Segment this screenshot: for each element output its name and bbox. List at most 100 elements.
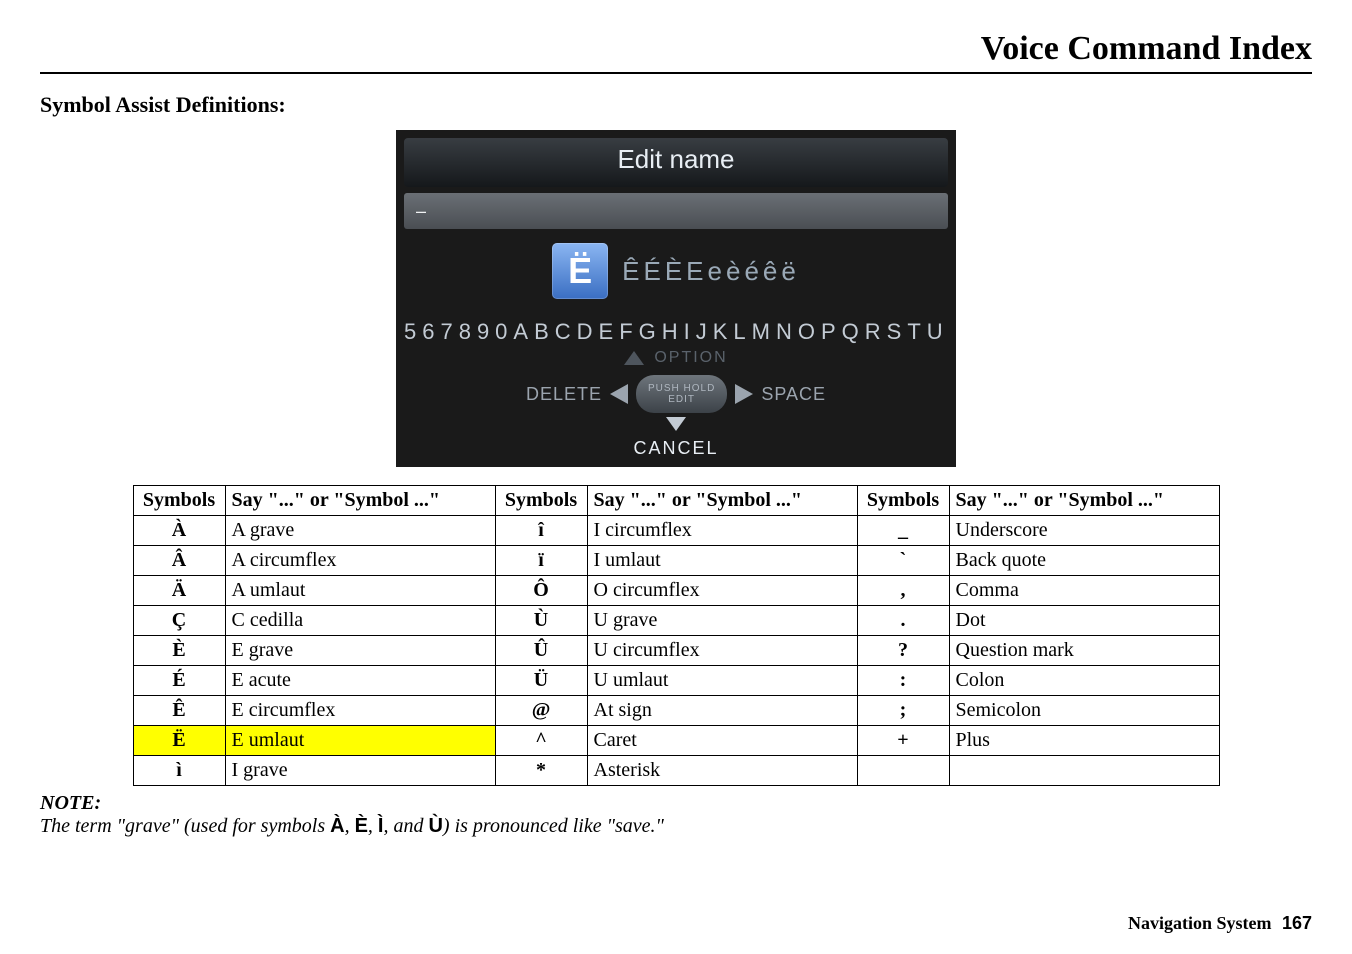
right-arrow-icon[interactable] (735, 384, 753, 404)
say-cell: Underscore (949, 516, 1219, 546)
center-top-line: PUSH HOLD (648, 383, 715, 394)
symbol-cell: . (857, 606, 949, 636)
symbol-cell: Ä (133, 576, 225, 606)
note-pre: The term "grave" (used for symbols (40, 815, 330, 837)
note-sym-1: À (330, 815, 344, 837)
say-cell: I grave (225, 756, 495, 786)
say-cell: At sign (587, 696, 857, 726)
symbol-cell: Ü (495, 666, 587, 696)
say-cell: A grave (225, 516, 495, 546)
symbol-cell: ï (495, 546, 587, 576)
note-sym-2: È (355, 815, 368, 837)
center-button[interactable]: PUSH HOLD EDIT (636, 375, 727, 413)
cancel-label: CANCEL (404, 438, 948, 459)
cancel-row: CANCEL (404, 417, 948, 463)
table-header-row: Symbols Say "..." or "Symbol ..." Symbol… (133, 486, 1219, 516)
table-row: ÊE circumflex@At sign;Semicolon (133, 696, 1219, 726)
note-c3: , and (383, 815, 428, 837)
say-cell: Plus (949, 726, 1219, 756)
say-cell: Comma (949, 576, 1219, 606)
symbol-cell: * (495, 756, 587, 786)
say-cell: E acute (225, 666, 495, 696)
symbol-cell: Ô (495, 576, 587, 606)
say-cell: I umlaut (587, 546, 857, 576)
say-cell: E grave (225, 636, 495, 666)
symbols-table: Symbols Say "..." or "Symbol ..." Symbol… (133, 485, 1220, 786)
symbol-cell: _ (857, 516, 949, 546)
name-input[interactable]: – (404, 193, 948, 229)
th-say-2: Say "..." or "Symbol ..." (587, 486, 857, 516)
say-cell (949, 756, 1219, 786)
symbol-cell: ? (857, 636, 949, 666)
selected-key[interactable]: Ë (552, 243, 608, 299)
table-row: ÀA graveîI circumflex_Underscore (133, 516, 1219, 546)
say-cell: A circumflex (225, 546, 495, 576)
say-cell: E umlaut (225, 726, 495, 756)
symbol-cell: @ (495, 696, 587, 726)
table-row: ÈE graveÛU circumflex?Question mark (133, 636, 1219, 666)
symbol-cell: î (495, 516, 587, 546)
footer-page-number: 167 (1282, 913, 1312, 933)
say-cell: A umlaut (225, 576, 495, 606)
symbol-cell: ` (857, 546, 949, 576)
th-say-3: Say "..." or "Symbol ..." (949, 486, 1219, 516)
say-cell: O circumflex (587, 576, 857, 606)
screen-title: Edit name (404, 138, 948, 187)
symbol-cell: + (857, 726, 949, 756)
say-cell: E circumflex (225, 696, 495, 726)
down-arrow-icon[interactable] (666, 417, 686, 431)
dpad-row: DELETE PUSH HOLD EDIT SPACE (404, 375, 948, 413)
say-cell: Dot (949, 606, 1219, 636)
left-arrow-icon[interactable] (610, 384, 628, 404)
symbol-cell: È (133, 636, 225, 666)
note-c2: , (368, 815, 378, 837)
symbol-cell: À (133, 516, 225, 546)
option-row: OPTION (404, 349, 948, 367)
symbol-cell: Ê (133, 696, 225, 726)
say-cell: Semicolon (949, 696, 1219, 726)
page-footer: Navigation System 167 (1128, 913, 1312, 934)
symbol-cell: Ù (495, 606, 587, 636)
symbol-cell: Û (495, 636, 587, 666)
th-symbols-2: Symbols (495, 486, 587, 516)
table-row: ÇC cedillaÙU grave.Dot (133, 606, 1219, 636)
edit-name-screenshot: Edit name – Ë ÊÉÈEeèéêë 567890ABCDEFGHIJ… (396, 130, 956, 467)
th-symbols-3: Symbols (857, 486, 949, 516)
delete-label: DELETE (526, 384, 602, 405)
say-cell: I circumflex (587, 516, 857, 546)
say-cell: C cedilla (225, 606, 495, 636)
option-label: OPTION (654, 349, 727, 367)
note-sym-4: Ù (428, 815, 442, 837)
table-row: ìI grave*Asterisk (133, 756, 1219, 786)
variant-letters: ÊÉÈEeèéêë (622, 256, 800, 287)
say-cell: Colon (949, 666, 1219, 696)
table-row: ÄA umlautÔO circumflex,Comma (133, 576, 1219, 606)
th-say-1: Say "..." or "Symbol ..." (225, 486, 495, 516)
note-c1: , (345, 815, 355, 837)
th-symbols-1: Symbols (133, 486, 225, 516)
symbol-cell: Ç (133, 606, 225, 636)
section-heading: Symbol Assist Definitions: (40, 92, 1312, 118)
footer-label: Navigation System (1128, 913, 1272, 933)
say-cell: U grave (587, 606, 857, 636)
up-arrow-icon[interactable] (624, 351, 644, 365)
space-label: SPACE (761, 384, 826, 405)
table-row: ËE umlaut^Caret+Plus (133, 726, 1219, 756)
say-cell: Asterisk (587, 756, 857, 786)
keyboard-row[interactable]: 567890ABCDEFGHIJKLMNOPQRSTU (404, 319, 948, 345)
center-bottom-line: EDIT (668, 394, 695, 405)
note-label: NOTE: (40, 792, 1312, 815)
say-cell: U umlaut (587, 666, 857, 696)
symbol-cell: , (857, 576, 949, 606)
table-row: ÉE acuteÜU umlaut:Colon (133, 666, 1219, 696)
variant-row: Ë ÊÉÈEeèéêë (404, 243, 948, 299)
note-post: ) is pronounced like "save." (443, 815, 664, 837)
symbol-cell: ; (857, 696, 949, 726)
say-cell: Question mark (949, 636, 1219, 666)
symbol-cell: Ë (133, 726, 225, 756)
symbol-cell: É (133, 666, 225, 696)
symbol-cell: ì (133, 756, 225, 786)
say-cell: Caret (587, 726, 857, 756)
table-row: ÂA circumflexïI umlaut`Back quote (133, 546, 1219, 576)
say-cell: Back quote (949, 546, 1219, 576)
